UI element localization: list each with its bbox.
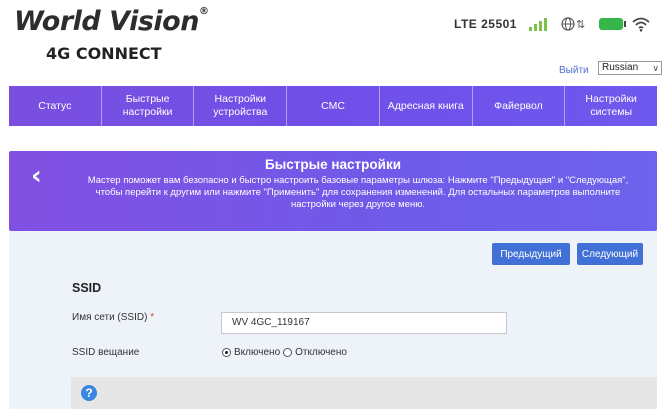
wifi-icon xyxy=(632,17,650,32)
language-select[interactable]: Russian ∨ xyxy=(598,61,662,75)
broadcast-off-label[interactable]: Отключено xyxy=(295,347,347,358)
product-name: 4G CONNECT xyxy=(46,44,162,63)
brand-logo: World Vision® xyxy=(14,6,209,37)
page-title: Быстрые настройки xyxy=(264,157,401,172)
nav-item-quick-settings[interactable]: Быстрые настройки xyxy=(102,86,195,126)
required-marker: * xyxy=(150,312,155,323)
help-icon[interactable]: ? xyxy=(81,385,97,401)
language-value: Russian xyxy=(602,62,639,73)
globe-icon xyxy=(561,17,575,31)
signal-bars-icon xyxy=(528,17,547,31)
header: World Vision® 4G CONNECT LTE 25501 ⇅ Вый… xyxy=(0,0,664,86)
nav-item-status[interactable]: Статус xyxy=(9,86,102,126)
chevron-down-icon: ∨ xyxy=(652,63,659,73)
broadcast-off-radio[interactable] xyxy=(283,348,293,357)
nav-item-device-settings[interactable]: Настройки устройства xyxy=(194,86,288,126)
help-bar xyxy=(71,377,657,409)
main-nav: Статус Быстрые настройки Настройки устро… xyxy=(9,86,657,126)
ssid-broadcast-label: SSID вещание xyxy=(72,347,140,358)
transfer-arrows-icon: ⇅ xyxy=(575,18,586,31)
brand-name: World Vision xyxy=(14,6,199,37)
ssid-broadcast-options: Включено Отключено xyxy=(222,347,347,358)
broadcast-on-label[interactable]: Включено xyxy=(234,347,280,358)
battery-icon xyxy=(599,18,627,30)
logout-link[interactable]: Выйти xyxy=(559,65,589,76)
section-title: SSID xyxy=(72,281,102,295)
broadcast-on-radio[interactable] xyxy=(222,348,231,357)
nav-item-address-book[interactable]: Адресная книга xyxy=(380,86,473,126)
nav-item-system-settings[interactable]: Настройки системы xyxy=(565,86,657,126)
brand-registered-mark: ® xyxy=(198,6,209,17)
status-bar: LTE 25501 ⇅ xyxy=(454,16,650,32)
next-button[interactable]: Следующий xyxy=(577,243,643,265)
nav-item-firewall[interactable]: Файервол xyxy=(473,86,566,126)
previous-button[interactable]: Предыдущий xyxy=(492,243,570,265)
ssid-input[interactable]: WV 4GC_119167 xyxy=(221,312,507,334)
ssid-label: Имя сети (SSID) * xyxy=(72,312,154,323)
network-indicator: LTE 25501 xyxy=(454,17,517,31)
page-description: Мастер поможет вам безопасно и быстро на… xyxy=(87,175,629,210)
nav-item-sms[interactable]: СМС xyxy=(287,86,380,126)
ssid-label-text: Имя сети (SSID) xyxy=(72,312,148,323)
quick-settings-panel: ‹ Быстрые настройки Мастер поможет вам б… xyxy=(9,151,657,231)
